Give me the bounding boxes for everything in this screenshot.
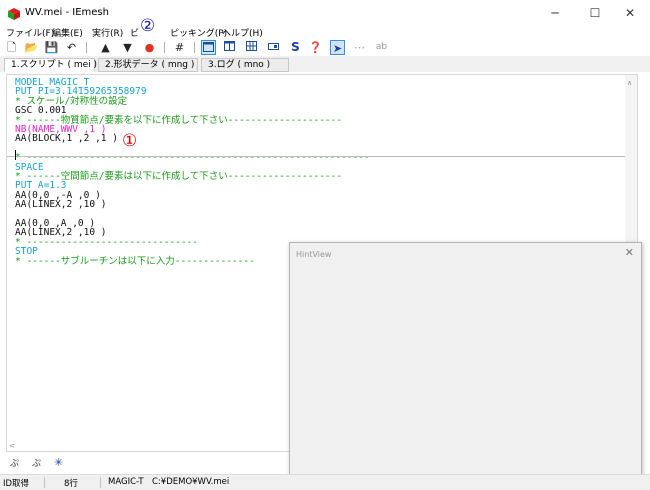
run-icon[interactable]: ● [142,40,157,55]
asterisk-icon[interactable]: ✳ [54,456,63,469]
bottom-tool-1-icon[interactable]: ぷ [10,456,19,469]
open-folder-icon[interactable]: 📂 [24,40,39,55]
code-line: AA(LINEX,2 ,10 ) [15,199,107,211]
status-line: 8行 [64,479,78,489]
maximize-button[interactable]: ☐ [575,0,615,26]
network-icon[interactable]: ⋯ [352,40,367,55]
text-caret [15,150,16,160]
scroll-left-icon[interactable]: < [9,442,15,450]
status-file-path: C:¥DEMO¥WV.mei [152,477,230,487]
menu-run[interactable]: 実行(R) [92,26,123,39]
status-model: MAGIC-T [108,477,144,487]
tab-shape-data[interactable]: 2.形状データ ( mng ) [98,58,198,72]
minimize-button[interactable]: ─ [535,0,575,26]
status-bar: ID取得 8行 MAGIC-T C:¥DEMO¥WV.mei [0,474,650,490]
code-line: * ------------------------------ [15,236,199,248]
status-separator [100,477,101,488]
scroll-up-icon[interactable]: ∧ [627,79,632,87]
menu-bar: ファイル(F) 編集(E) 実行(R) ビ ピッキング(P) ヘルプ(H) [0,25,650,39]
code-line: * --------------------------------------… [15,152,370,164]
context-help-icon[interactable]: ❓ [308,40,323,55]
tab-bar: 1.スクリプト ( mei ) 2.形状データ ( mng ) 3.ログ ( m… [0,56,650,72]
hintview-panel: HintView ✕ [289,242,642,485]
bottom-tool-2-icon[interactable]: ぷ [32,456,41,469]
undo-icon[interactable]: ↶ [64,40,79,55]
move-down-icon[interactable]: ▼ [120,40,135,55]
new-file-icon[interactable]: 🗋 [4,40,19,55]
status-separator [44,477,45,488]
tab-script[interactable]: 1.スクリプト ( mei ) [4,58,97,72]
hintview-close-icon[interactable]: ✕ [625,246,634,259]
window-title: WV.mei - IEmesh [25,7,109,18]
pointer-select-icon[interactable]: ➤ [330,40,345,55]
view-window-icon[interactable] [201,40,216,55]
s-mode-icon[interactable]: S [288,40,303,55]
hintview-title: HintView [296,250,332,259]
code-line: AA(BLOCK,1 ,2 ,1 ) [15,133,118,145]
panel-view-icon[interactable] [266,40,281,55]
split-vertical-icon[interactable] [222,40,237,55]
close-button[interactable]: ✕ [610,0,650,26]
ab-icon[interactable]: ab [374,40,389,55]
toolbar-separator [86,42,87,53]
menu-view[interactable]: ビ [130,26,139,39]
status-mode: ID取得 [3,479,30,489]
menu-edit[interactable]: 編集(E) [52,26,83,39]
grid-icon[interactable]: # [172,40,187,55]
title-bar: WV.mei - IEmesh ─ ☐ ✕ [0,0,650,26]
bottom-toolbar: ぷ ぷ ✳ [0,456,300,470]
annotation-marker-one: ① [122,131,138,151]
menu-file[interactable]: ファイル(F) [6,26,54,39]
app-icon [8,8,20,20]
toolbar-separator [164,42,165,53]
current-line-separator [7,156,627,157]
move-up-icon[interactable]: ▲ [98,40,113,55]
code-line: * ------サブルーチンは以下に入力-------------- [15,255,255,267]
table-view-icon[interactable] [244,40,259,55]
menu-help[interactable]: ヘルプ(H) [222,26,263,39]
tab-log[interactable]: 3.ログ ( mno ) [201,58,289,72]
annotation-marker-two: ② [140,16,156,36]
toolbar-separator [194,42,195,53]
toolbar: 🗋 📂 💾 ↶ ▲ ▼ ● # S ❓ ➤ ⋯ ab [0,39,650,56]
save-icon[interactable]: 💾 [44,40,59,55]
menu-picking[interactable]: ピッキング(P) [170,26,227,39]
